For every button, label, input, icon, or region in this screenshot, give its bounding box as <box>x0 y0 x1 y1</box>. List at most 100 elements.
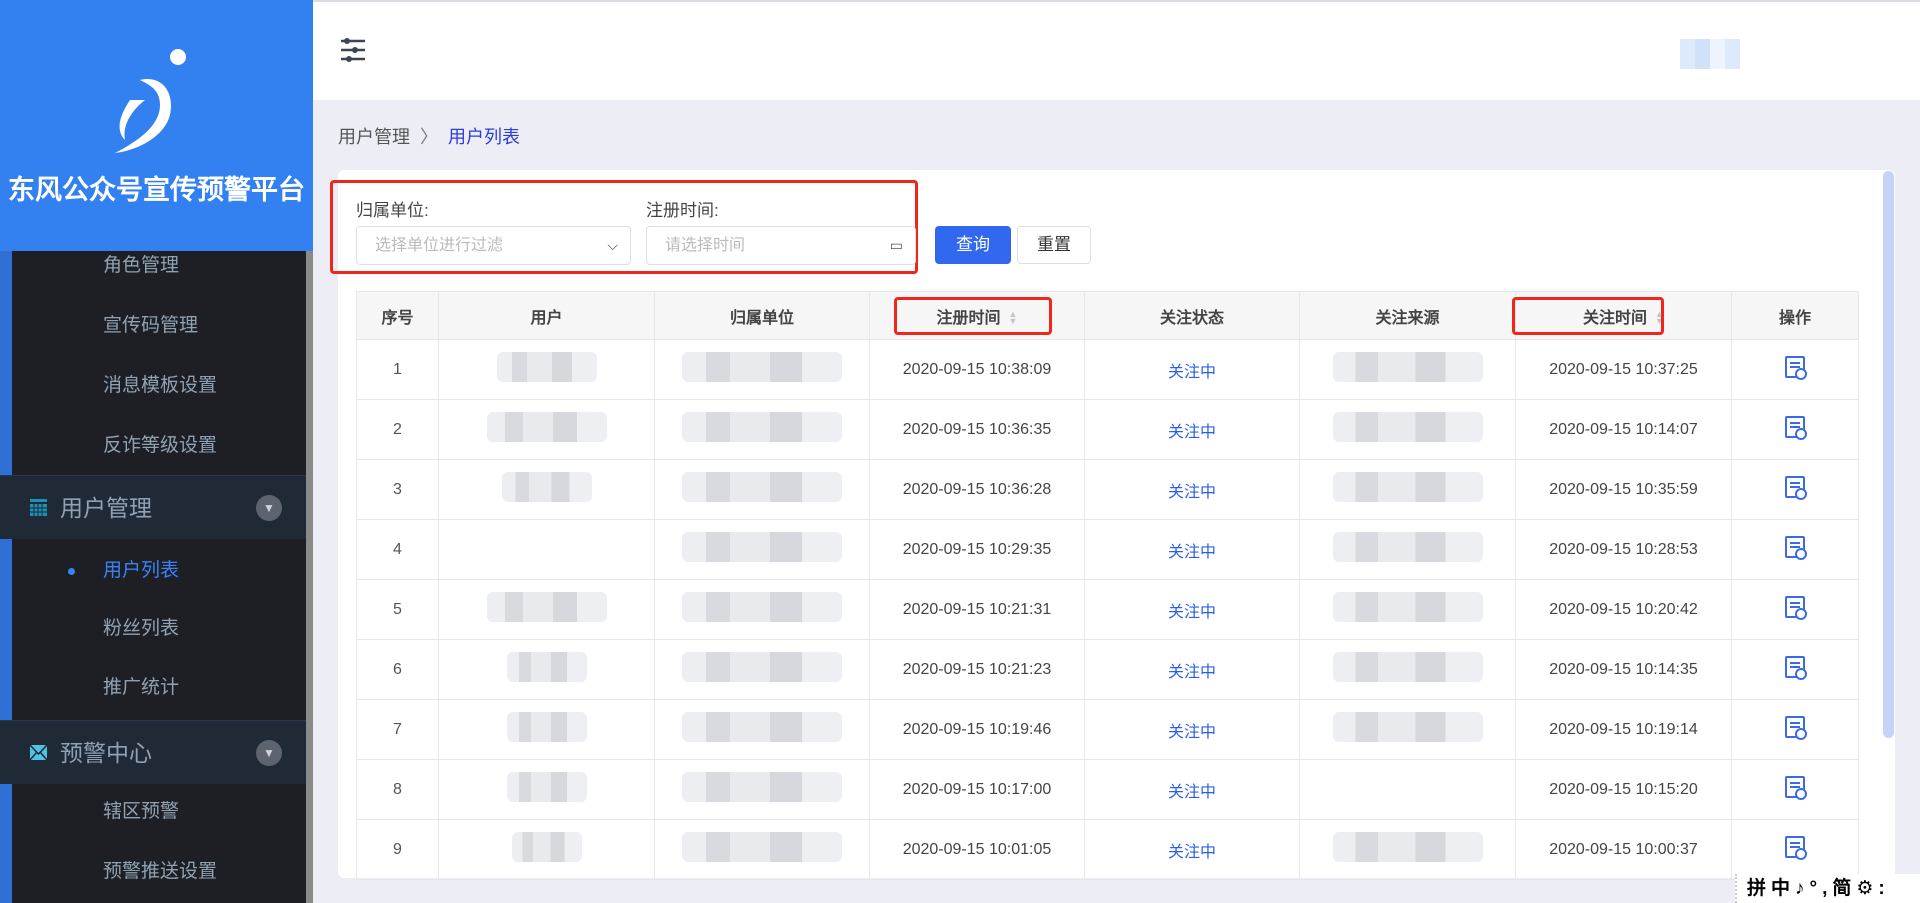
cell-user <box>438 459 655 520</box>
unit-select[interactable]: 选择单位进行过滤 ⌵ <box>356 226 631 265</box>
cell-reg-time: 2020-09-15 10:21:31 <box>869 579 1085 640</box>
breadcrumb-parent[interactable]: 用户管理 <box>338 127 410 147</box>
sidebar-item-fraud-level[interactable]: 反诈等级设置 <box>12 416 306 476</box>
cell-no: 8 <box>356 759 439 820</box>
cell-unit <box>654 819 870 880</box>
cell-actions <box>1731 639 1859 700</box>
cell-actions <box>1731 459 1859 520</box>
user-avatar[interactable] <box>1680 39 1755 69</box>
cell-source <box>1299 579 1516 640</box>
sidebar-accent-strip <box>0 251 12 903</box>
cell-user <box>438 519 655 580</box>
redacted-unit <box>682 472 842 502</box>
cell-user <box>438 579 655 640</box>
redacted-user <box>506 772 587 802</box>
redacted-source <box>1332 412 1483 442</box>
sidebar-item-role[interactable]: 角色管理 <box>12 236 306 296</box>
time-filter-label: 注册时间: <box>646 201 719 220</box>
cell-follow-time: 2020-09-15 10:15:20 <box>1515 759 1732 820</box>
cell-source <box>1299 639 1516 700</box>
unit-select-placeholder: 选择单位进行过滤 <box>375 237 504 254</box>
chevron-down-icon[interactable]: ▼ <box>256 495 282 521</box>
redacted-user <box>506 652 587 682</box>
sidebar: 东风公众号宣传预警平台 角色管理 宣传码管理 消息模板设置 反诈等级设置 用户管… <box>0 0 313 903</box>
sidebar-item-alert-push-settings[interactable]: 预警推送设置 <box>12 842 306 902</box>
sidebar-group-user-management[interactable]: 用户管理 ▼ <box>0 475 306 539</box>
col-header-actions: 操作 <box>1731 291 1859 340</box>
sidebar-item-fans-list[interactable]: 粉丝列表 <box>12 599 306 659</box>
table-row: 6 2020-09-15 10:21:23 关注中 2020-09-15 10:… <box>356 639 1859 700</box>
reset-button[interactable]: 重置 <box>1017 226 1091 264</box>
cell-status: 关注中 <box>1084 399 1300 460</box>
sidebar-item-message-template[interactable]: 消息模板设置 <box>12 356 306 416</box>
time-picker-input[interactable]: 请选择时间 ▭ <box>646 226 916 265</box>
cell-status: 关注中 <box>1084 639 1300 700</box>
cell-no: 6 <box>356 639 439 700</box>
col-header-no: 序号 <box>356 291 439 340</box>
cell-reg-time: 2020-09-15 10:19:46 <box>869 699 1085 760</box>
redacted-source <box>1332 832 1483 862</box>
cell-user <box>438 819 655 880</box>
col-header-user: 用户 <box>438 291 655 340</box>
redacted-unit <box>682 832 842 862</box>
query-button[interactable]: 查询 <box>935 226 1011 264</box>
redacted-unit <box>682 652 842 682</box>
cell-unit <box>654 459 870 520</box>
view-details-icon[interactable] <box>1785 596 1807 620</box>
table-row: 1 2020-09-15 10:38:09 关注中 2020-09-15 10:… <box>356 339 1859 400</box>
redacted-user <box>496 352 597 382</box>
sidebar-item-user-list[interactable]: 用户列表 <box>12 541 306 601</box>
view-details-icon[interactable] <box>1785 836 1807 860</box>
redacted-source <box>1332 592 1483 622</box>
cell-status: 关注中 <box>1084 699 1300 760</box>
redacted-source <box>1332 652 1483 682</box>
menu-toggle-icon[interactable] <box>340 35 366 65</box>
table-row: 2 2020-09-15 10:36:35 关注中 2020-09-15 10:… <box>356 399 1859 460</box>
table-row: 3 2020-09-15 10:36:28 关注中 2020-09-15 10:… <box>356 459 1859 520</box>
content-scrollbar[interactable] <box>1883 171 1894 738</box>
view-details-icon[interactable] <box>1785 476 1807 500</box>
cell-reg-time: 2020-09-15 10:21:23 <box>869 639 1085 700</box>
sidebar-item-label: 角色管理 <box>103 255 180 276</box>
cell-reg-time: 2020-09-15 10:01:05 <box>869 819 1085 880</box>
redacted-user <box>506 712 587 742</box>
view-details-icon[interactable] <box>1785 356 1807 380</box>
cell-source <box>1299 519 1516 580</box>
view-details-icon[interactable] <box>1785 656 1807 680</box>
sidebar-item-district-alert[interactable]: 辖区预警 <box>12 782 306 842</box>
sidebar-item-promotion-stats[interactable]: 推广统计 <box>12 658 306 718</box>
sidebar-scrollbar[interactable] <box>306 251 313 903</box>
chevron-down-icon[interactable]: ▼ <box>256 740 282 766</box>
view-details-icon[interactable] <box>1785 536 1807 560</box>
view-details-icon[interactable] <box>1785 776 1807 800</box>
sidebar-item-promo-code[interactable]: 宣传码管理 <box>12 296 306 356</box>
view-details-icon[interactable] <box>1785 416 1807 440</box>
sidebar-group-alert-center[interactable]: 预警中心 ▼ <box>0 720 306 784</box>
cell-follow-time: 2020-09-15 10:35:59 <box>1515 459 1732 520</box>
view-details-icon[interactable] <box>1785 716 1807 740</box>
ime-toolbar[interactable]: 拼中♪°,简⚙: <box>1735 874 1920 903</box>
cell-source <box>1299 699 1516 760</box>
cell-user <box>438 399 655 460</box>
app-title: 东风公众号宣传预警平台 <box>8 175 305 205</box>
table-row: 7 2020-09-15 10:19:46 关注中 2020-09-15 10:… <box>356 699 1859 760</box>
cell-source <box>1299 399 1516 460</box>
logo-icon <box>115 49 186 153</box>
cell-actions <box>1731 819 1859 880</box>
logo-area: 东风公众号宣传预警平台 <box>0 0 313 251</box>
cell-follow-time: 2020-09-15 10:20:42 <box>1515 579 1732 640</box>
cell-user <box>438 639 655 700</box>
cell-reg-time: 2020-09-15 10:38:09 <box>869 339 1085 400</box>
cell-follow-time: 2020-09-15 10:14:35 <box>1515 639 1732 700</box>
user-table: 序号 用户 归属单位 注册时间 ▲ ▼ 关注状态 关注来源 关注时间 ▲ ▼ 操作 1 … <box>356 291 1859 880</box>
sidebar-group-label: 预警中心 <box>60 740 152 766</box>
table-row: 5 2020-09-15 10:21:31 关注中 2020-09-15 10:… <box>356 579 1859 640</box>
cell-source <box>1299 759 1516 820</box>
cell-no: 4 <box>356 519 439 580</box>
cell-reg-time: 2020-09-15 10:36:35 <box>869 399 1085 460</box>
top-header <box>313 0 1920 100</box>
time-picker-placeholder: 请选择时间 <box>665 237 746 254</box>
cell-actions <box>1731 519 1859 580</box>
chevron-down-icon: ⌵ <box>607 237 618 253</box>
cell-unit <box>654 519 870 580</box>
